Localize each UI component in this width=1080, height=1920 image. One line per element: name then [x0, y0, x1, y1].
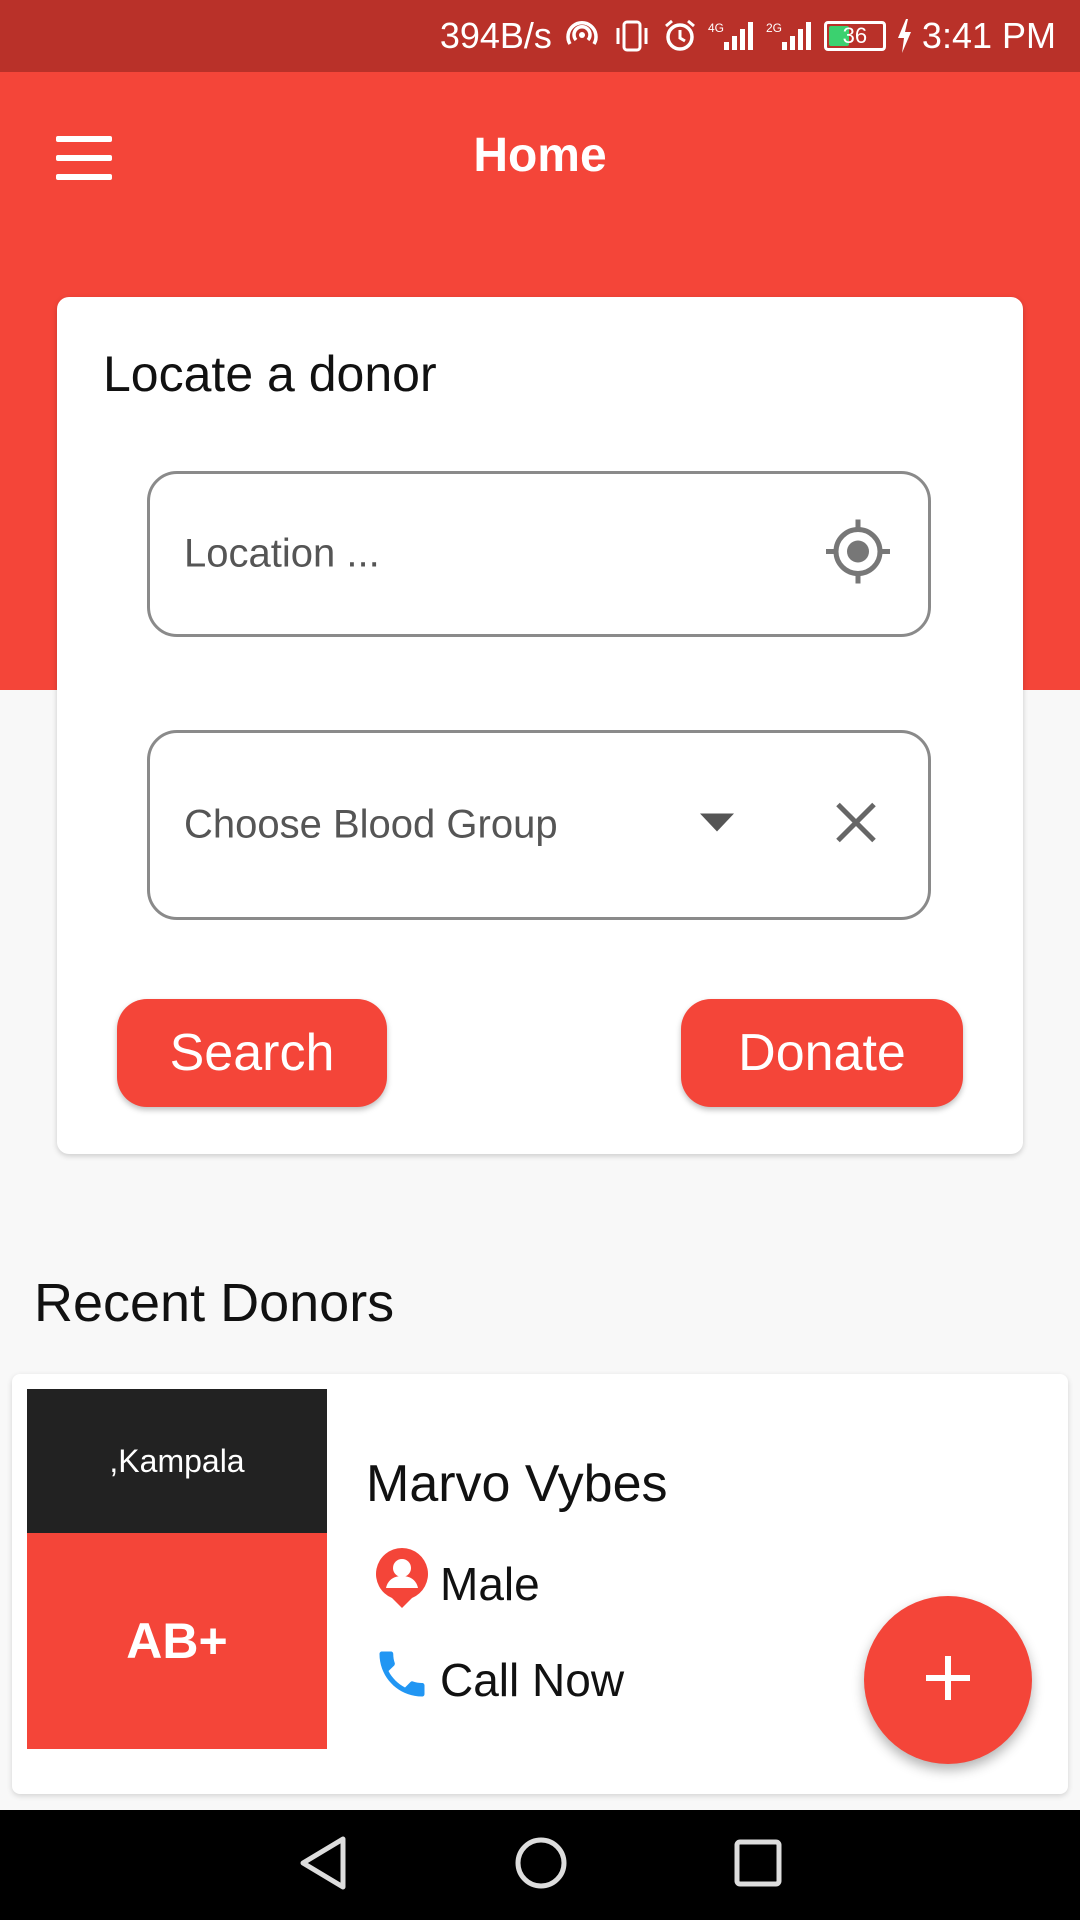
battery-level: 36 [842, 23, 868, 48]
my-location-icon[interactable] [824, 518, 892, 591]
status-bar: 394B/s 4G 2G 36 3:41 PM [0, 0, 1080, 72]
search-button[interactable]: Search [117, 999, 387, 1107]
status-time: 3:41 PM [921, 15, 1056, 56]
dropdown-arrow-icon[interactable] [700, 813, 734, 837]
locate-donor-title: Locate a donor [103, 346, 437, 402]
donor-location: ,Kampala [27, 1389, 327, 1533]
home-icon[interactable] [513, 1835, 569, 1896]
back-icon[interactable] [297, 1835, 349, 1896]
location-placeholder: Location ... [184, 531, 380, 576]
donor-gender-row: Male [372, 1546, 540, 1621]
person-pin-icon [372, 1546, 432, 1621]
donor-gender: Male [440, 1557, 540, 1610]
charging-icon [896, 19, 912, 53]
system-nav-bar [0, 1810, 1080, 1920]
hotspot-icon [562, 18, 602, 54]
donor-name: Marvo Vybes [366, 1455, 668, 1513]
recents-icon[interactable] [733, 1838, 783, 1893]
battery-icon: 36 [823, 21, 886, 51]
add-fab-button[interactable] [864, 1596, 1032, 1764]
clear-icon[interactable] [834, 801, 878, 850]
phone-icon [372, 1644, 432, 1715]
vibrate-icon [612, 18, 652, 54]
screen: 394B/s 4G 2G 36 3:41 PM Home Locate a do… [0, 0, 1080, 1920]
svg-text:2G: 2G [766, 21, 782, 35]
plus-icon [924, 1654, 972, 1707]
location-input[interactable]: Location ... [147, 471, 931, 637]
call-now-link[interactable]: Call Now [372, 1644, 624, 1715]
blood-group-select[interactable]: Choose Blood Group [147, 730, 931, 920]
donor-blood-group: AB+ [27, 1533, 327, 1749]
page-title: Home [473, 129, 607, 182]
locate-donor-card: Locate a donor Location ... Choose Blood… [57, 297, 1023, 1154]
call-now-label: Call Now [440, 1653, 625, 1706]
recent-donors-title: Recent Donors [34, 1273, 395, 1333]
alarm-icon [662, 18, 698, 54]
4g-signal-icon: 4G [708, 18, 756, 54]
blood-group-placeholder: Choose Blood Group [184, 802, 558, 847]
2g-signal-icon: 2G [766, 18, 814, 54]
svg-text:4G: 4G [708, 21, 724, 35]
donate-button[interactable]: Donate [681, 999, 963, 1107]
network-speed: 394B/s [439, 15, 552, 56]
